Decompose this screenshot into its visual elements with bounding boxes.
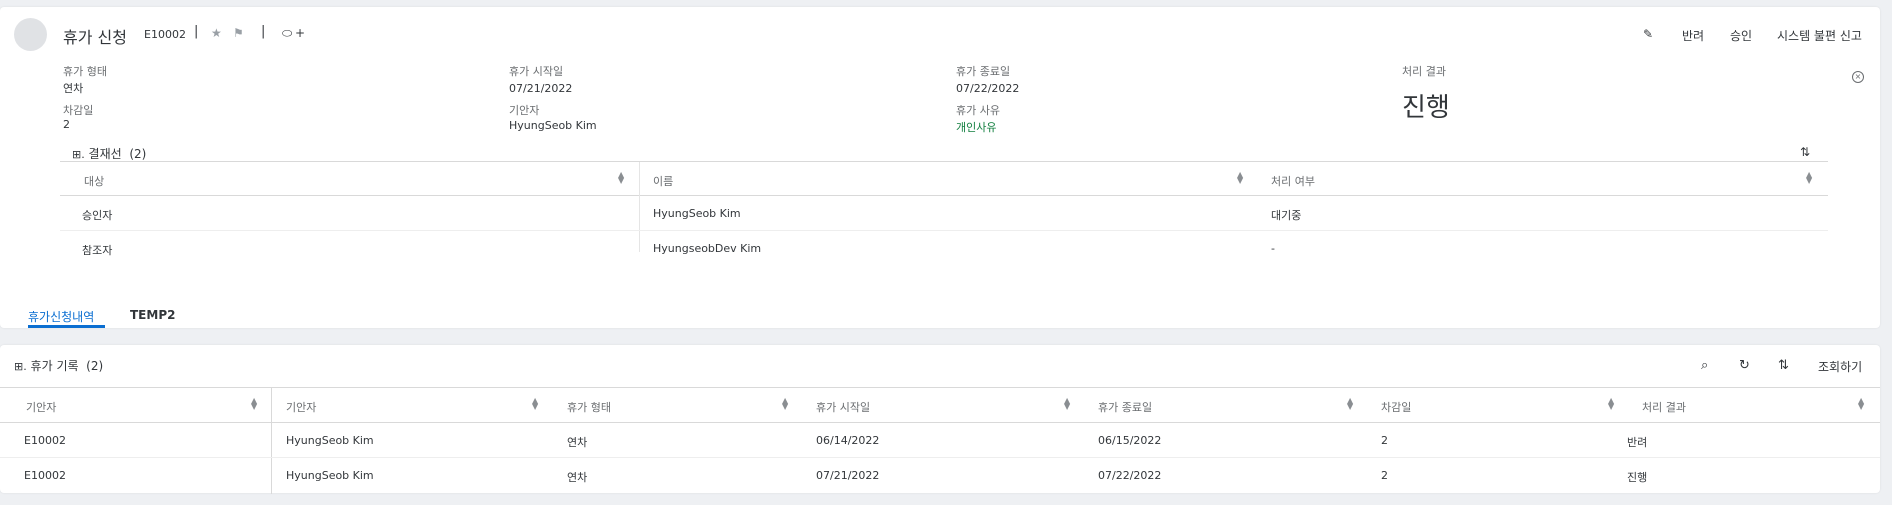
request-id: E10002 [144, 28, 186, 41]
start-date-cell: 07/21/2022 [816, 469, 880, 482]
leave-records-section: ⊞. 휴가 기록 (2) ⌕ ↻ ⇅ 조회하기 기안자 ▲ ▼ 기안자 ▲ ▼ 휴가… [0, 345, 1880, 494]
column-header-drafter[interactable]: 기안자 [286, 399, 316, 415]
result-cell: 반려 [1627, 436, 1648, 449]
column-header-start-date[interactable]: 휴가 시작일 [816, 399, 870, 415]
start-date-value: 07/21/2022 [509, 82, 573, 95]
name-cell: HyungseobDev Kim [653, 242, 762, 255]
result-label: 처리 결과 [1402, 65, 1446, 78]
sort-arrows-icon[interactable]: ▲ ▼ [1347, 397, 1353, 411]
drafter-label: 기안자 [509, 104, 540, 117]
end-date-cell: 07/22/2022 [1098, 469, 1162, 482]
leave-type-label: 휴가 형태 [63, 65, 107, 78]
report-issue-button[interactable]: 시스템 불편 신고 [1777, 27, 1862, 44]
status-cell: - [1271, 242, 1275, 255]
leave-request-object-page: 휴가 신청 E10002 | ★ ⚑ | ⬭ + ✎ 반려 승인 시스템 불편 … [0, 7, 1880, 328]
column-header-end-date[interactable]: 휴가 종료일 [1098, 399, 1152, 415]
drafter-value: HyungSeob Kim [509, 119, 597, 132]
column-header-employee-id[interactable]: 기안자 [26, 399, 56, 415]
end-date-label: 휴가 종료일 [956, 65, 1011, 78]
tag-icon[interactable]: ⬭ [282, 26, 292, 41]
leave-type-cell: 연차 [567, 436, 588, 449]
employee-id-cell: E10002 [24, 434, 66, 447]
active-tab-indicator [28, 325, 105, 328]
sort-arrows-icon[interactable]: ▲ ▼ [782, 397, 788, 411]
sort-arrows-icon[interactable]: ▲ ▼ [618, 171, 624, 185]
star-icon[interactable]: ★ [211, 26, 222, 40]
sort-arrows-icon[interactable]: ▲ ▼ [1237, 171, 1243, 185]
header-separator-2: | [261, 24, 266, 39]
search-icon[interactable]: ⌕ [1701, 358, 1708, 373]
approval-section-title: ⊞. 결재선 (2) [72, 147, 147, 161]
column-header-name[interactable]: 이름 [653, 173, 673, 189]
column-header-result[interactable]: 처리 결과 [1642, 399, 1686, 415]
sort-arrows-icon[interactable]: ▲ ▼ [251, 397, 257, 411]
table-row[interactable]: 승인자 HyungSeob Kim 대기중 [60, 196, 1828, 231]
drafter-cell: HyungSeob Kim [286, 469, 374, 482]
header-separator: | [194, 24, 199, 39]
deduct-days-cell: 2 [1381, 469, 1388, 482]
target-cell: 승인자 [82, 209, 113, 222]
reason-label: 휴가 사유 [956, 104, 1000, 117]
reject-button[interactable]: 반려 [1682, 27, 1704, 44]
table-row[interactable]: E10002 HyungSeob Kim 연차 07/21/2022 07/22… [0, 458, 1880, 493]
flag-icon[interactable]: ⚑ [233, 26, 244, 40]
records-section-title: ⊞. 휴가 기록 (2) [14, 359, 104, 373]
table-header: 대상 ▲ ▼ 이름 ▲ ▼ 처리 여부 ▲ ▼ [60, 162, 1828, 196]
drafter-cell: HyungSeob Kim [286, 434, 374, 447]
start-date-label: 휴가 시작일 [509, 65, 564, 78]
approval-table: 대상 ▲ ▼ 이름 ▲ ▼ 처리 여부 ▲ ▼ 승인자 HyungSeob Kim 대… [60, 161, 1828, 257]
sort-arrows-icon[interactable]: ▲ ▼ [532, 397, 538, 411]
employee-id-cell: E10002 [24, 469, 66, 482]
tab-leave-history[interactable]: 휴가신청내역 [28, 308, 94, 325]
close-circle-icon[interactable]: × [1852, 71, 1864, 83]
tab-temp2[interactable]: TEMP2 [130, 308, 175, 322]
status-cell: 대기중 [1271, 209, 1302, 222]
sort-arrows-icon[interactable]: ▲ ▼ [1064, 397, 1070, 411]
sort-icon[interactable]: ⇅ [1778, 358, 1789, 373]
approve-button[interactable]: 승인 [1730, 27, 1752, 44]
table-icon: ⊞. [14, 360, 27, 373]
sort-arrows-icon[interactable]: ▲ ▼ [1858, 397, 1864, 411]
deduct-days-cell: 2 [1381, 434, 1388, 447]
column-header-deduct-days[interactable]: 차감일 [1381, 399, 1411, 415]
target-cell: 참조자 [82, 244, 113, 257]
table-row[interactable]: E10002 HyungSeob Kim 연차 06/14/2022 06/15… [0, 423, 1880, 458]
end-date-cell: 06/15/2022 [1098, 434, 1162, 447]
deduct-days-value: 2 [63, 118, 70, 131]
start-date-cell: 06/14/2022 [816, 434, 880, 447]
add-tag-button[interactable]: + [295, 26, 305, 40]
table-header: 기안자 ▲ ▼ 기안자 ▲ ▼ 휴가 형태 ▲ ▼ 휴가 시작일 ▲ ▼ 휴가 종료일 … [0, 388, 1880, 423]
sort-icon[interactable]: ⇅ [1800, 145, 1810, 159]
records-table: 기안자 ▲ ▼ 기안자 ▲ ▼ 휴가 형태 ▲ ▼ 휴가 시작일 ▲ ▼ 휴가 종료일 … [0, 387, 1880, 494]
table-row[interactable]: 참조자 HyungseobDev Kim - [60, 231, 1828, 266]
refresh-icon[interactable]: ↻ [1739, 358, 1750, 373]
name-cell: HyungSeob Kim [653, 207, 741, 220]
column-header-status[interactable]: 처리 여부 [1271, 173, 1315, 189]
sort-arrows-icon[interactable]: ▲ ▼ [1806, 171, 1812, 185]
page-title: 휴가 신청 [63, 28, 127, 47]
result-cell: 진행 [1627, 471, 1648, 484]
column-header-leave-type[interactable]: 휴가 형태 [567, 399, 611, 415]
pencil-icon[interactable]: ✎ [1643, 27, 1653, 41]
leave-type-value: 연차 [63, 82, 84, 95]
table-icon: ⊞. [72, 148, 85, 161]
avatar [14, 18, 47, 51]
end-date-value: 07/22/2022 [956, 82, 1020, 95]
leave-type-cell: 연차 [567, 471, 588, 484]
result-value: 진행 [1402, 93, 1450, 123]
query-button[interactable]: 조회하기 [1818, 358, 1862, 375]
sort-arrows-icon[interactable]: ▲ ▼ [1608, 397, 1614, 411]
column-header-target[interactable]: 대상 [84, 173, 104, 189]
reason-value[interactable]: 개인사유 [956, 119, 996, 135]
deduct-days-label: 차감일 [63, 104, 94, 117]
